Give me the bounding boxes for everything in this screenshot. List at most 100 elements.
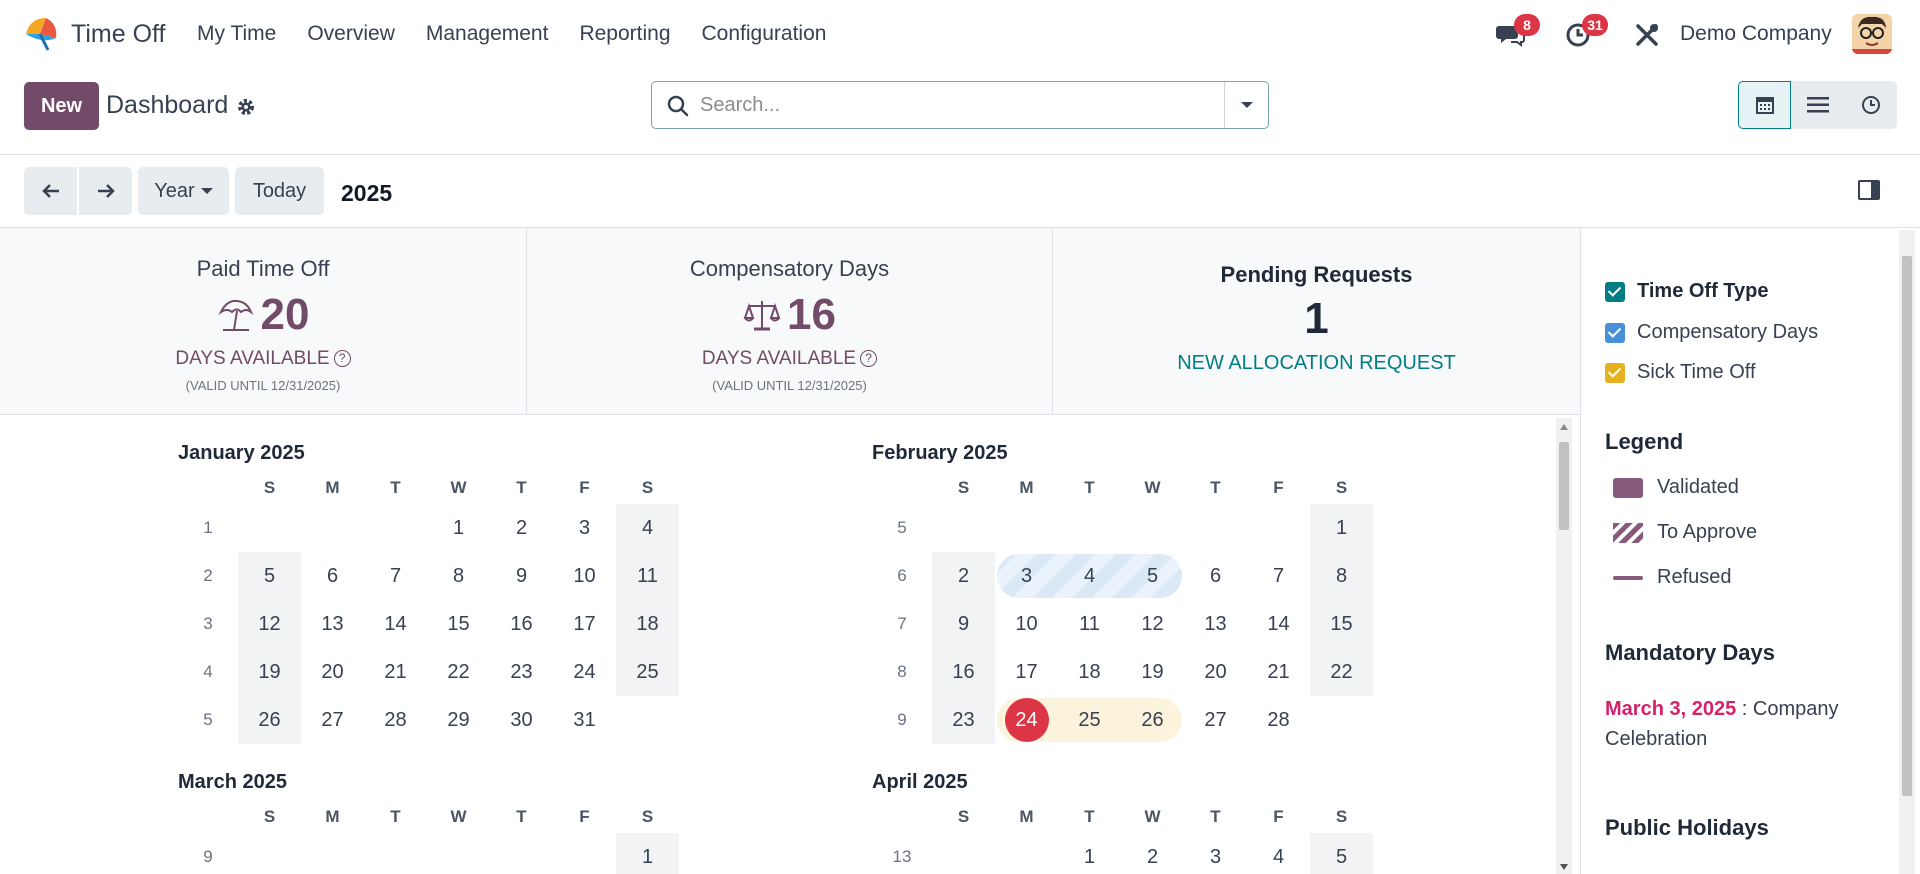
- scroll-up-arrow[interactable]: [1560, 424, 1568, 430]
- checkbox[interactable]: [1605, 281, 1625, 302]
- today-button[interactable]: Today: [235, 167, 324, 215]
- calendar-day[interactable]: 8: [427, 552, 490, 600]
- calendar-day[interactable]: 2: [1121, 833, 1184, 874]
- calendar-day[interactable]: 3: [995, 552, 1058, 600]
- previous-button[interactable]: [24, 167, 77, 215]
- filter-compensatory-days[interactable]: Compensatory Days: [1605, 321, 1818, 344]
- filter-time-off-type[interactable]: Time Off Type: [1605, 280, 1769, 303]
- gear-icon[interactable]: [236, 97, 256, 117]
- menu-configuration[interactable]: Configuration: [702, 22, 827, 46]
- calendar-day[interactable]: 14: [364, 600, 427, 648]
- search-input[interactable]: [700, 90, 1200, 120]
- mandatory-day-date[interactable]: March 3, 2025: [1605, 698, 1736, 720]
- scroll-thumb[interactable]: [1559, 442, 1569, 530]
- calendar-day[interactable]: 19: [1121, 648, 1184, 696]
- calendar-day[interactable]: 25: [616, 648, 679, 696]
- calendar-day[interactable]: 25: [1058, 696, 1121, 744]
- calendar-day[interactable]: 24: [995, 696, 1058, 744]
- menu-reporting[interactable]: Reporting: [579, 22, 670, 46]
- activities-button[interactable]: 31: [1564, 14, 1608, 50]
- checkbox[interactable]: [1605, 362, 1625, 383]
- calendar-scrollbar[interactable]: [1556, 418, 1572, 874]
- calendar-day[interactable]: 21: [1247, 648, 1310, 696]
- calendar-day[interactable]: 4: [1058, 552, 1121, 600]
- calendar-day[interactable]: 22: [427, 648, 490, 696]
- calendar-day[interactable]: 31: [553, 696, 616, 744]
- new-button[interactable]: New: [24, 82, 99, 130]
- time-off-app-icon[interactable]: [22, 14, 60, 52]
- help-icon[interactable]: ?: [333, 350, 351, 367]
- calendar-day[interactable]: 20: [1184, 648, 1247, 696]
- calendar-day[interactable]: 1: [427, 504, 490, 552]
- side-panel-scrollbar[interactable]: [1899, 230, 1915, 874]
- calendar-day[interactable]: 6: [1184, 552, 1247, 600]
- menu-management[interactable]: Management: [426, 22, 549, 46]
- calendar-day[interactable]: 15: [1310, 600, 1373, 648]
- calendar-day[interactable]: 4: [1247, 833, 1310, 874]
- menu-my-time[interactable]: My Time: [197, 22, 276, 46]
- calendar-day[interactable]: 21: [364, 648, 427, 696]
- filter-sick-time-off[interactable]: Sick Time Off: [1605, 361, 1756, 384]
- calendar-day[interactable]: 27: [301, 696, 364, 744]
- calendar-day[interactable]: 23: [490, 648, 553, 696]
- calendar-day[interactable]: 30: [490, 696, 553, 744]
- calendar-day[interactable]: 12: [238, 600, 301, 648]
- calendar-day[interactable]: 8: [1310, 552, 1373, 600]
- calendar-day[interactable]: 17: [553, 600, 616, 648]
- calendar-day[interactable]: 5: [238, 552, 301, 600]
- checkbox[interactable]: [1605, 322, 1625, 343]
- menu-overview[interactable]: Overview: [307, 22, 395, 46]
- calendar-day[interactable]: 11: [1058, 600, 1121, 648]
- scroll-thumb[interactable]: [1902, 256, 1912, 796]
- calendar-day[interactable]: 6: [301, 552, 364, 600]
- calendar-day[interactable]: 7: [1247, 552, 1310, 600]
- calendar-day[interactable]: 7: [364, 552, 427, 600]
- calendar-day[interactable]: 23: [932, 696, 995, 744]
- calendar-day[interactable]: 19: [238, 648, 301, 696]
- calendar-day[interactable]: 20: [301, 648, 364, 696]
- calendar-day[interactable]: 26: [1121, 696, 1184, 744]
- scroll-down-arrow[interactable]: [1560, 864, 1568, 870]
- calendar-day[interactable]: 3: [553, 504, 616, 552]
- side-panel-toggle-icon[interactable]: [1858, 180, 1880, 200]
- user-avatar[interactable]: [1852, 14, 1892, 54]
- calendar-day[interactable]: 2: [490, 504, 553, 552]
- calendar-day[interactable]: 18: [1058, 648, 1121, 696]
- calendar-day[interactable]: 5: [1310, 833, 1373, 874]
- app-name[interactable]: Time Off: [71, 20, 165, 49]
- calendar-day[interactable]: 13: [301, 600, 364, 648]
- calendar-day[interactable]: 3: [1184, 833, 1247, 874]
- calendar-day[interactable]: 15: [427, 600, 490, 648]
- messages-button[interactable]: 8: [1496, 14, 1540, 50]
- calendar-day[interactable]: 22: [1310, 648, 1373, 696]
- calendar-day[interactable]: 10: [995, 600, 1058, 648]
- range-dropdown[interactable]: Year: [138, 167, 229, 215]
- calendar-day[interactable]: 17: [995, 648, 1058, 696]
- calendar-day[interactable]: 11: [616, 552, 679, 600]
- calendar-day[interactable]: 18: [616, 600, 679, 648]
- calendar-day[interactable]: 9: [490, 552, 553, 600]
- calendar-day[interactable]: 24: [553, 648, 616, 696]
- calendar-day[interactable]: 14: [1247, 600, 1310, 648]
- calendar-day[interactable]: 16: [932, 648, 995, 696]
- calendar-day[interactable]: 13: [1184, 600, 1247, 648]
- list-view-button[interactable]: [1791, 81, 1844, 129]
- search-options-toggle[interactable]: [1224, 82, 1268, 128]
- new-allocation-request-link[interactable]: NEW ALLOCATION REQUEST: [1053, 352, 1580, 375]
- calendar-day[interactable]: 10: [553, 552, 616, 600]
- calendar-day[interactable]: 27: [1184, 696, 1247, 744]
- company-switcher[interactable]: Demo Company: [1680, 22, 1832, 46]
- calendar-day[interactable]: 2: [932, 552, 995, 600]
- calendar-day[interactable]: 26: [238, 696, 301, 744]
- calendar-day[interactable]: 28: [364, 696, 427, 744]
- calendar-day[interactable]: 12: [1121, 600, 1184, 648]
- calendar-day[interactable]: 1: [1058, 833, 1121, 874]
- calendar-day[interactable]: 4: [616, 504, 679, 552]
- help-icon[interactable]: ?: [860, 350, 878, 367]
- calendar-day[interactable]: 9: [932, 600, 995, 648]
- calendar-day[interactable]: 5: [1121, 552, 1184, 600]
- calendar-day[interactable]: 28: [1247, 696, 1310, 744]
- next-button[interactable]: [79, 167, 132, 215]
- activity-view-button[interactable]: [1844, 81, 1897, 129]
- calendar-day[interactable]: 1: [616, 833, 679, 874]
